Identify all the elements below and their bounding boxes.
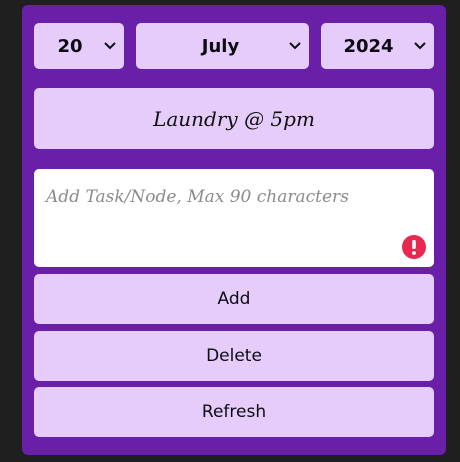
delete-button[interactable]: Delete: [34, 331, 434, 381]
exclamation-circle-icon: [402, 235, 426, 259]
chevron-down-icon: [104, 42, 116, 50]
day-select-value: 20: [57, 35, 83, 57]
date-selector-row: 20 July 2024: [34, 23, 434, 69]
delete-button-label: Delete: [206, 346, 262, 366]
task-input[interactable]: Add Task/Node, Max 90 characters: [34, 169, 434, 267]
refresh-button[interactable]: Refresh: [34, 387, 434, 437]
month-select[interactable]: July: [136, 23, 309, 69]
year-select[interactable]: 2024: [321, 23, 434, 69]
selected-task-display[interactable]: Laundry @ 5pm: [34, 88, 434, 149]
add-button-label: Add: [217, 289, 251, 309]
chevron-down-icon: [289, 42, 301, 50]
selected-task-text: Laundry @ 5pm: [153, 106, 315, 131]
add-button[interactable]: Add: [34, 274, 434, 324]
year-select-value: 2024: [343, 35, 394, 57]
planner-panel: 20 July 2024 Laundry @ 5pm Add Task/Node…: [22, 5, 446, 455]
refresh-button-label: Refresh: [201, 402, 267, 422]
day-select[interactable]: 20: [34, 23, 124, 69]
task-input-placeholder: Add Task/Node, Max 90 characters: [46, 187, 349, 207]
chevron-down-icon: [414, 42, 426, 50]
month-select-value: July: [201, 35, 240, 57]
